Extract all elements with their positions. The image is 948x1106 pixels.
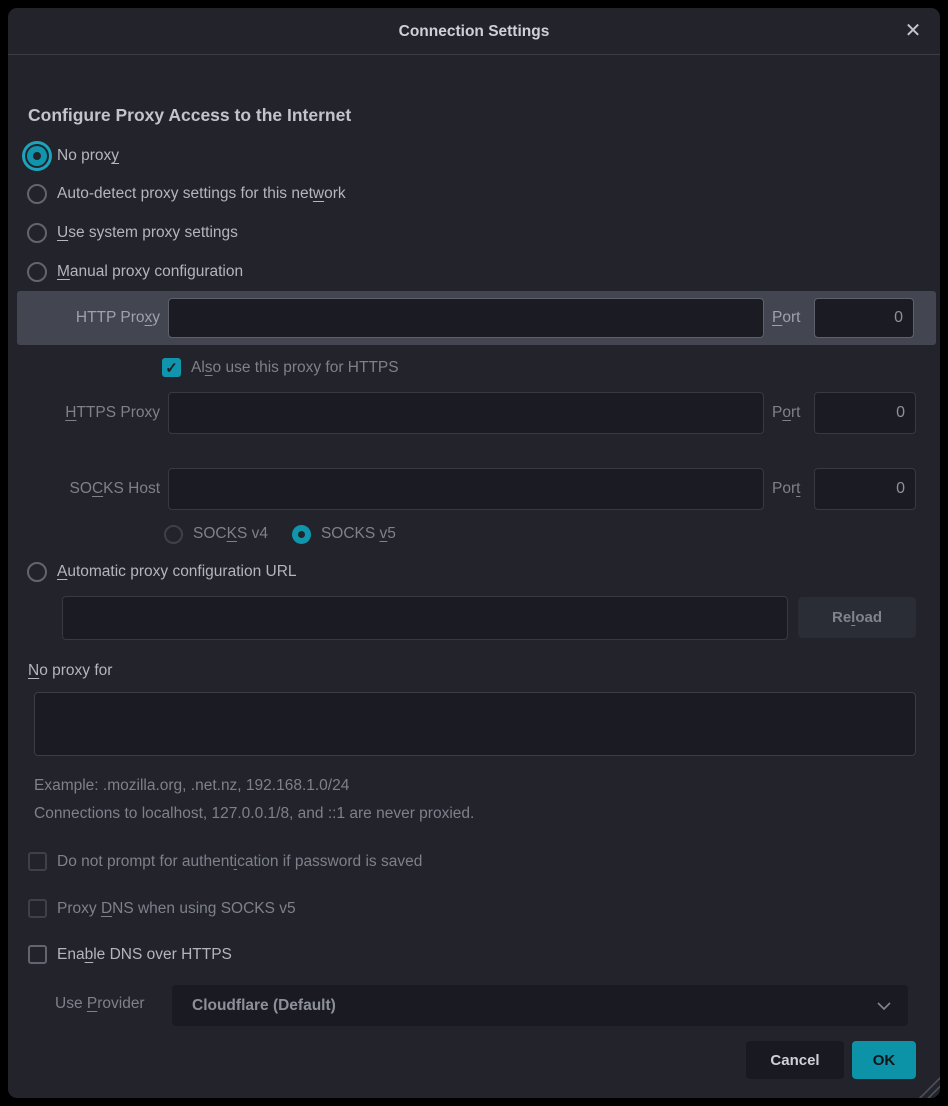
ok-button[interactable]: OK [852,1041,916,1079]
no-proxy-for-label: No proxy for [28,662,112,680]
cancel-button[interactable]: Cancel [746,1041,844,1079]
system-proxy-radio[interactable] [27,223,47,243]
socks-host-row: SOCKS Host Port [17,468,936,510]
reload-button[interactable]: Reload [798,597,916,638]
socks-host-label: SOCKS Host [17,468,160,510]
https-port-label: Port [772,392,812,434]
dialog-titlebar: Connection Settings ✕ [8,8,940,55]
socks-host-input[interactable] [168,468,764,510]
no-prompt-auth-row: Do not prompt for authentication if pass… [28,850,422,873]
use-provider-label: Use Provider [55,995,145,1013]
socks-v4-radio[interactable] [164,525,183,544]
socks-v5-radio[interactable] [292,525,311,544]
auto-url-input[interactable] [62,596,788,640]
socks-version-row: SOCKS v4 SOCKS v5 [164,522,396,546]
system-proxy-label[interactable]: Use system proxy settings [57,224,238,242]
auto-detect-radio[interactable] [27,184,47,204]
socks-port-input[interactable] [814,468,916,510]
radio-row-system-proxy: Use system proxy settings [27,221,238,245]
auto-url-radio[interactable] [27,562,47,582]
https-proxy-input[interactable] [168,392,764,434]
http-port-input[interactable] [814,298,914,338]
https-proxy-row: HTTPS Proxy Port [17,392,936,434]
never-proxied-note: Connections to localhost, 127.0.0.1/8, a… [34,805,474,823]
dialog-title: Connection Settings [8,8,940,55]
share-proxy-checkbox[interactable]: ✓ [162,358,181,377]
connection-settings-dialog: Connection Settings ✕ Configure Proxy Ac… [8,8,940,1098]
http-proxy-input[interactable] [168,298,764,338]
socks-port-label: Port [772,468,812,510]
https-proxy-label: HTTPS Proxy [17,392,160,434]
chevron-down-icon [876,1001,892,1011]
no-prompt-auth-checkbox[interactable] [28,852,47,871]
proxy-dns-label: Proxy DNS when using SOCKS v5 [57,900,296,918]
checkmark-icon: ✓ [165,359,178,377]
provider-dropdown-value: Cloudflare (Default) [172,985,908,1026]
radio-row-manual-proxy: Manual proxy configuration [27,260,243,284]
radio-row-auto-url: Automatic proxy configuration URL [27,560,297,584]
http-port-label: Port [772,291,812,345]
dns-over-https-row: Enable DNS over HTTPS [28,943,232,966]
dns-over-https-checkbox[interactable] [28,945,47,964]
no-proxy-label[interactable]: No proxy [57,147,119,165]
http-proxy-label: HTTP Proxy [17,291,160,345]
no-proxy-radio[interactable] [27,146,47,166]
socks-v4-label: SOCKS v4 [193,525,268,543]
close-button[interactable]: ✕ [900,18,926,44]
close-icon: ✕ [905,20,922,42]
proxy-dns-checkbox[interactable] [28,899,47,918]
socks-v5-label: SOCKS v5 [321,525,396,543]
manual-proxy-label[interactable]: Manual proxy configuration [57,263,243,281]
share-proxy-label: Also use this proxy for HTTPS [191,359,399,377]
manual-proxy-radio[interactable] [27,262,47,282]
no-proxy-for-textarea[interactable] [34,692,916,756]
provider-dropdown[interactable]: Cloudflare (Default) [172,985,908,1026]
auto-url-label[interactable]: Automatic proxy configuration URL [57,563,297,581]
dns-over-https-label[interactable]: Enable DNS over HTTPS [57,946,232,964]
no-proxy-example-text: Example: .mozilla.org, .net.nz, 192.168.… [34,777,349,795]
https-port-input[interactable] [814,392,916,434]
radio-row-auto-detect: Auto-detect proxy settings for this netw… [27,182,346,206]
resize-grip-icon[interactable] [918,1076,940,1098]
http-proxy-row: HTTP Proxy Port [17,291,936,345]
auto-detect-label[interactable]: Auto-detect proxy settings for this netw… [57,185,346,203]
proxy-dns-row: Proxy DNS when using SOCKS v5 [28,897,296,920]
radio-row-no-proxy: No proxy [27,144,119,168]
page-title: Configure Proxy Access to the Internet [28,105,351,126]
share-proxy-checkbox-row: ✓ Also use this proxy for HTTPS [162,356,399,379]
no-prompt-auth-label: Do not prompt for authentication if pass… [57,853,422,871]
